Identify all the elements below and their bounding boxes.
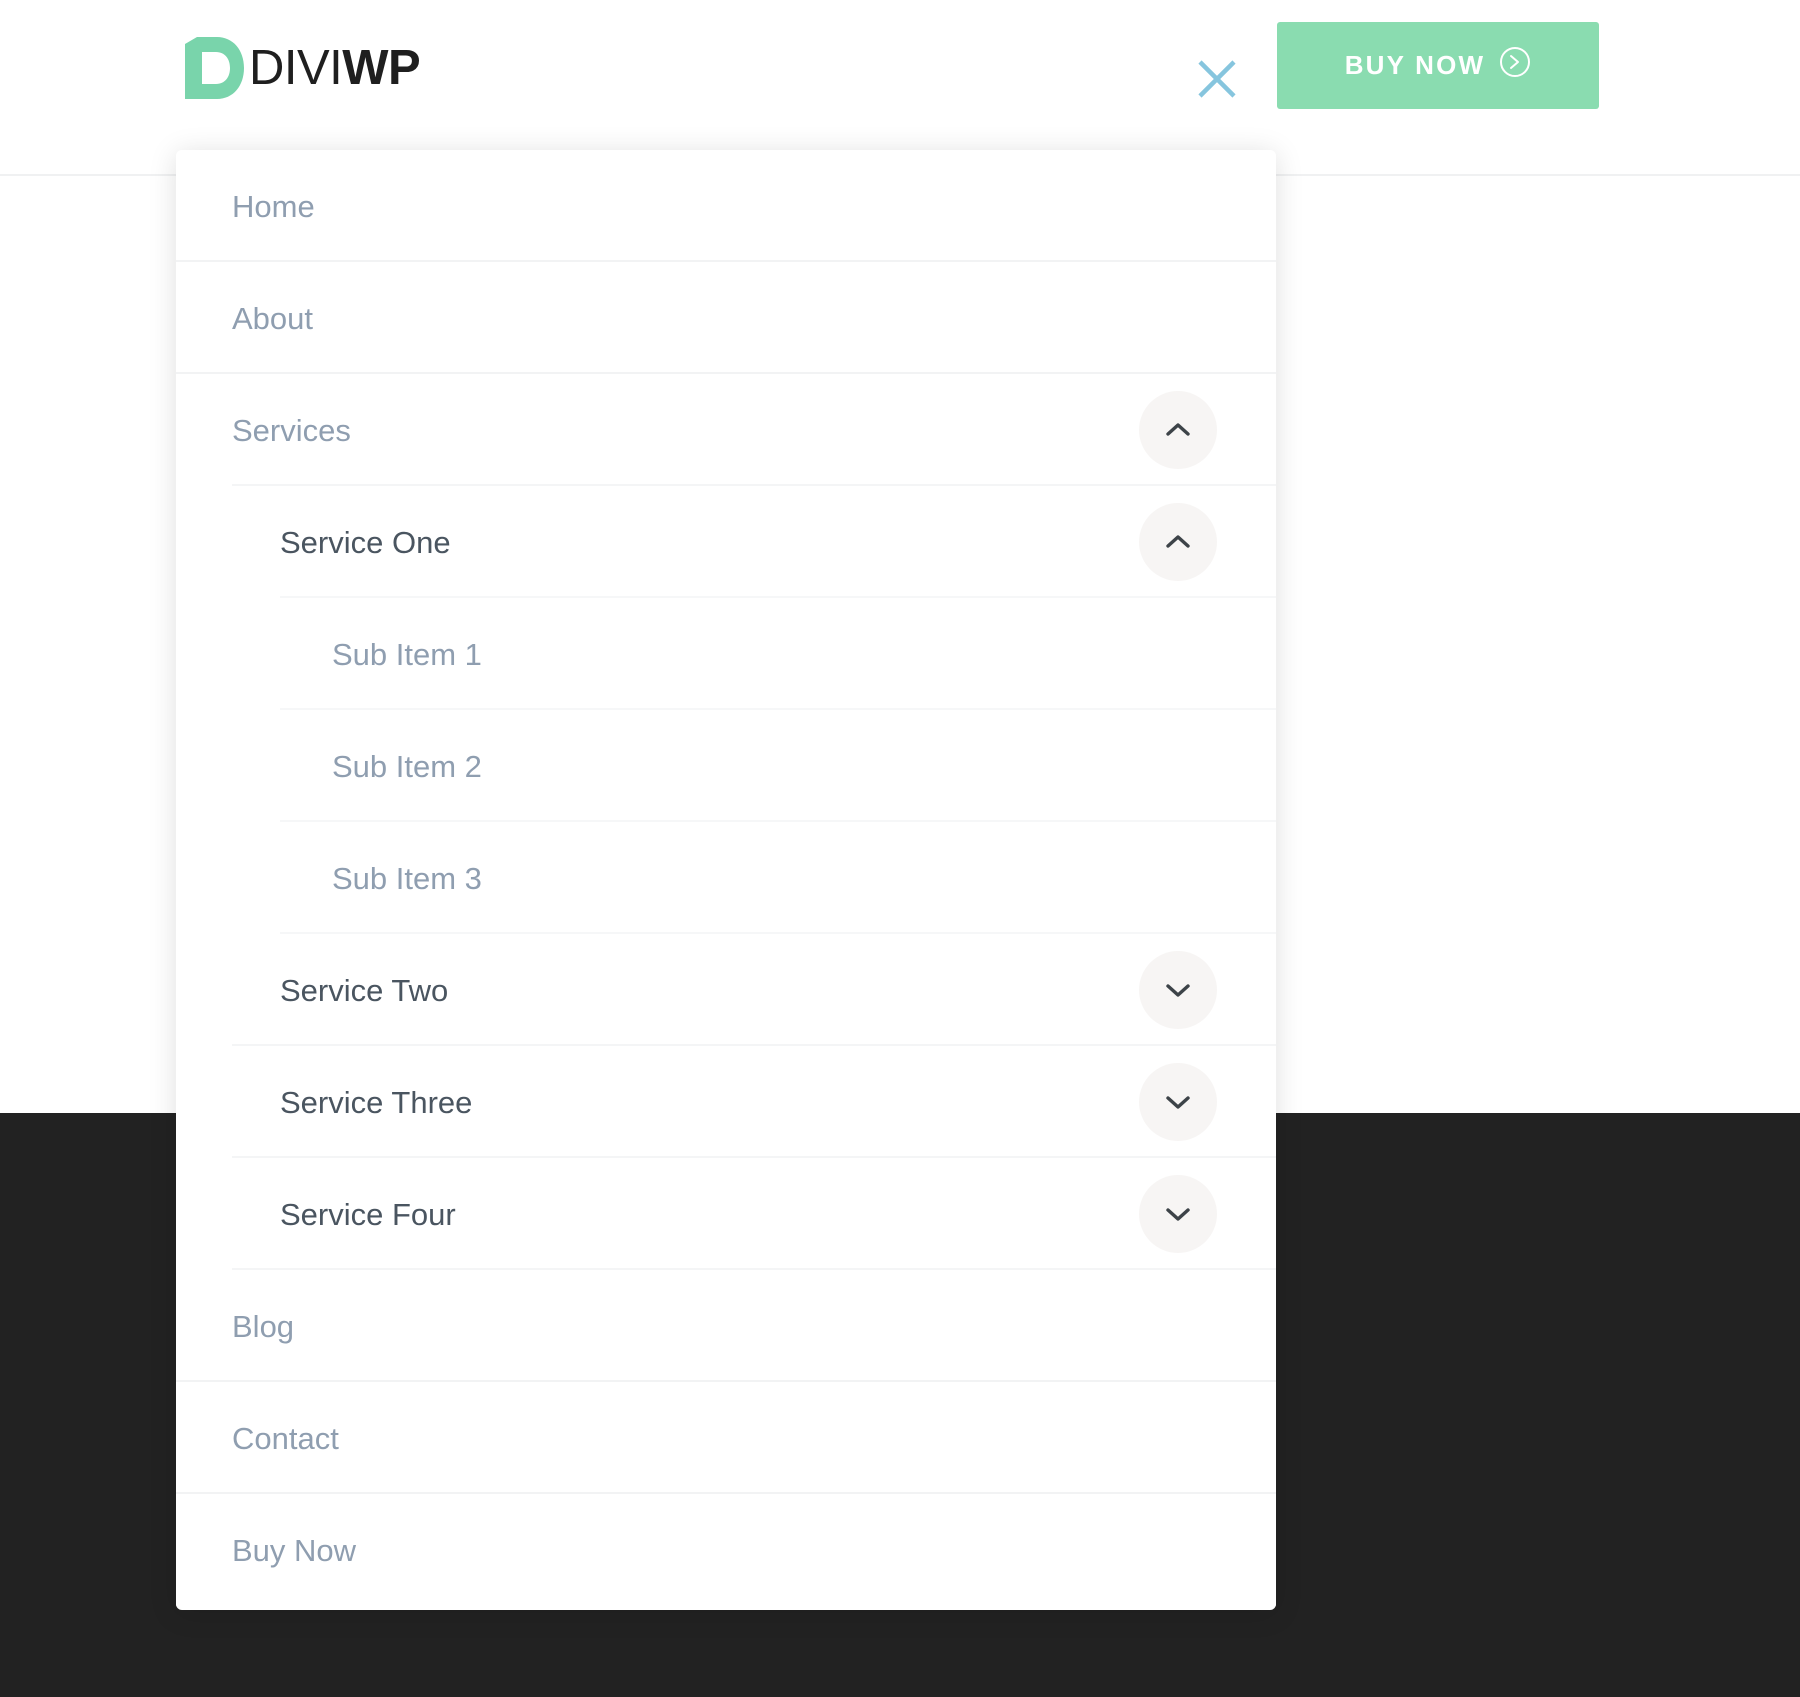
menu-item-buy-now[interactable]: Buy Now: [176, 1494, 1276, 1606]
menu-item-label: Contact: [232, 1420, 339, 1456]
menu-item-label: Service One: [280, 524, 451, 560]
menu-item-about[interactable]: About: [176, 262, 1276, 374]
menu-item-sub-item-2[interactable]: Sub Item 2: [176, 710, 1276, 822]
menu-item-home[interactable]: Home: [176, 150, 1276, 262]
chevron-down-icon: [1162, 1201, 1194, 1227]
menu-item-service-two[interactable]: Service Two: [176, 934, 1276, 1046]
menu-item-service-four[interactable]: Service Four: [176, 1158, 1276, 1270]
menu-item-label: Service Four: [280, 1196, 456, 1232]
menu-item-sub-item-3[interactable]: Sub Item 3: [176, 822, 1276, 934]
menu-item-label: Services: [232, 412, 351, 448]
menu-toggle-service-two[interactable]: [1139, 951, 1217, 1029]
menu-item-sub-item-1[interactable]: Sub Item 1: [176, 598, 1276, 710]
chevron-up-icon: [1162, 529, 1194, 555]
logo-text-light: DIVI: [249, 40, 343, 95]
menu-item-contact[interactable]: Contact: [176, 1382, 1276, 1494]
menu-item-label: Service Three: [280, 1084, 473, 1120]
buy-now-button-label: BUY NOW: [1344, 50, 1486, 80]
menu-item-label: Buy Now: [232, 1532, 357, 1568]
menu-toggle-service-one[interactable]: [1139, 503, 1217, 581]
menu-item-service-one[interactable]: Service One: [176, 486, 1276, 598]
site-logo-text: DIVI WP: [249, 40, 421, 95]
chevron-down-icon: [1162, 1089, 1194, 1115]
menu-item-label: Service Two: [280, 972, 449, 1008]
menu-item-services[interactable]: Services: [176, 374, 1276, 486]
menu-item-service-three[interactable]: Service Three: [176, 1046, 1276, 1158]
logo-text-bold: WP: [342, 40, 421, 95]
diviwp-d-mark-icon: [183, 35, 245, 101]
mobile-menu-panel: Home About Services Service One Sub Item 1 Su…: [176, 150, 1276, 1610]
site-logo[interactable]: DIVI WP: [183, 34, 421, 102]
menu-toggle-service-four[interactable]: [1139, 1175, 1217, 1253]
menu-item-label: Sub Item 3: [332, 860, 482, 896]
buy-now-button[interactable]: BUY NOW: [1277, 22, 1599, 109]
menu-item-label: Blog: [232, 1308, 295, 1344]
chevron-down-icon: [1162, 977, 1194, 1003]
page-root: DIVI WP BUY NOW Home About Services Service …: [0, 0, 1800, 1697]
close-menu-button[interactable]: [1192, 55, 1242, 105]
menu-item-label: Sub Item 2: [332, 748, 482, 784]
menu-item-blog[interactable]: Blog: [176, 1270, 1276, 1382]
menu-item-label: Sub Item 1: [332, 636, 482, 672]
chevron-up-icon: [1162, 417, 1194, 443]
close-x-icon: [1195, 57, 1239, 104]
menu-toggle-services[interactable]: [1139, 391, 1217, 469]
menu-item-label: About: [232, 300, 314, 336]
menu-item-label: Home: [232, 188, 315, 224]
menu-toggle-service-three[interactable]: [1139, 1063, 1217, 1141]
arrow-right-circle-icon: [1499, 46, 1531, 85]
